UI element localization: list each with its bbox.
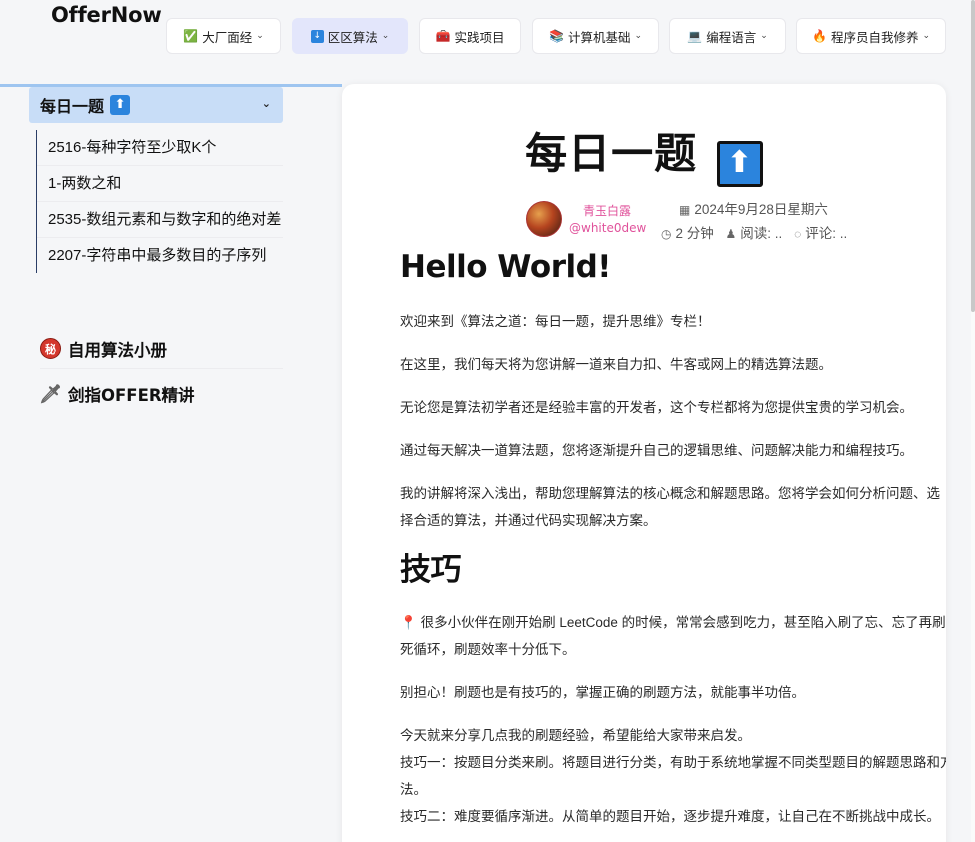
secret-icon: 秘 [40,338,61,359]
heading-tips: 技巧 [400,552,462,588]
article-title: 每日一题 ⬆ [342,120,946,187]
author-id[interactable]: @white0dew [569,221,646,235]
comment-count: 评论: .. [805,226,848,241]
dagger-icon: 🗡 [39,383,62,405]
view-count: 阅读: .. [740,226,783,241]
article-stats: ◷ 2 分钟 ♟ 阅读: .. ◌ 评论: .. [661,222,847,242]
scrollbar-thumb[interactable] [971,0,975,312]
paragraph: 无论您是算法初学者还是经验丰富的开发者，这个专栏都将为您提供宝贵的学习机会。 [400,400,913,415]
clock-icon: ◷ [661,227,672,241]
chevron-down-icon: ⌄ [760,31,768,41]
chevron-down-icon[interactable]: ⌄ [262,97,271,110]
read-time: 2 分钟 [675,226,714,241]
sidebar-item[interactable]: 2516-每种字符至少取K个 [37,130,283,166]
paragraph: 我的讲解将深入浅出，帮助您理解算法的核心概念和解题思路。您将学会如何分析问题、选… [400,486,940,528]
article-title-text: 每日一题 [525,129,698,178]
paragraph: 欢迎来到《算法之道：每日一题，提升思维》专栏！ [400,314,711,329]
sidebar-group-algo-book[interactable]: 秘 自用算法小册 [40,329,283,369]
paragraph: 📍 很多小伙伴在刚开始刷 LeetCode 的时候，常常会感到吃力，甚至陷入刷了… [400,609,946,663]
check-box-icon: ✅ [183,29,199,43]
chevron-down-icon: ⌄ [634,31,642,41]
paragraph: 技巧一：按题目分类来刷。将题目进行分类，有助于系统地掌握不同类型题目的解题思路和… [400,755,946,797]
paragraph: 通过每天解决一道算法题，您将逐渐提升自己的逻辑思维、问题解决能力和编程技巧。 [400,443,913,458]
sidebar-group-label: 自用算法小册 [68,340,167,360]
sidebar-group-label: 剑指OFFER精讲 [68,386,195,405]
sidebar-item[interactable]: 2535-数组元素和与数字和的绝对差 [37,202,283,238]
author-name[interactable]: 青玉白露 [583,202,631,219]
chevron-down-icon: ⌄ [256,31,264,41]
avatar[interactable] [526,201,562,237]
sidebar-sub-list: 2516-每种字符至少取K个 1-两数之和 2535-数组元素和与数字和的绝对差… [36,130,283,273]
date-text: 2024年9月28日星期六 [694,202,828,217]
heading-hello: Hello World! [400,249,611,285]
nav-item-cs-basics[interactable]: 📚 计算机基础 ⌄ [532,18,659,54]
nav-label: 区区算法 [327,29,378,45]
sidebar-group-label: 每日一题 [40,97,105,116]
fire-icon: 🔥 [811,29,827,43]
info-box-icon: ↓ [310,29,324,43]
article-content: Hello World! 欢迎来到《算法之道：每日一题，提升思维》专栏！ 在这里… [400,247,946,830]
article-card: 每日一题 ⬆ 青玉白露 @white0dew ▦ 2024年9月28日星期六 ◷ 2… [342,84,946,842]
paragraph: 别担心！刷题也是有技巧的，掌握正确的刷题方法，就能事半功倍。 [400,685,805,700]
toolbox-icon: 🧰 [435,29,451,43]
paragraph: 在这里，我们每天将为您讲解一道来自力扣、牛客或网上的精选算法题。 [400,357,832,372]
sidebar-item[interactable]: 2207-字符串中最多数目的子序列 [37,238,283,273]
nav-label: 实践项目 [454,29,505,45]
scrollbar[interactable] [971,0,975,842]
paragraph: 技巧二：难度要循序渐进。从简单的题目开始，逐步提升难度，让自己在不断挑战中成长。 [400,809,940,824]
nav-item-projects[interactable]: 🧰 实践项目 [419,18,521,54]
comment-icon: ◌ [794,227,802,241]
nav-item-self-improvement[interactable]: 🔥 程序员自我修养 ⌄ [796,18,946,54]
publish-date: ▦ 2024年9月28日星期六 [679,198,828,218]
paragraph: 今天就来分享几点我的刷题经验，希望能给大家带来启发。 [400,728,751,743]
laptop-icon: 💻 [687,29,703,43]
site-title[interactable]: OfferNow [51,3,162,27]
tip-intro-text: 很多小伙伴在刚开始刷 LeetCode 的时候，常常会感到吃力，甚至陷入刷了忘、… [400,615,946,657]
nav-label: 程序员自我修养 [830,29,919,45]
up-arrow-icon: ⬆ [716,141,763,187]
nav-item-languages[interactable]: 💻 编程语言 ⌄ [669,18,786,54]
books-icon: 📚 [548,29,564,43]
nav-label: 大厂面经 [202,29,253,45]
chevron-down-icon: ⌄ [922,31,930,41]
sidebar-item[interactable]: 1-两数之和 [37,166,283,202]
calendar-icon: ▦ [679,203,691,217]
pin-icon: 📍 [400,615,417,630]
sidebar-group-offer[interactable]: 🗡 剑指OFFER精讲 [39,374,283,414]
chevron-down-icon: ⌄ [381,31,390,41]
nav-label: 编程语言 [706,29,757,45]
nav-item-interview[interactable]: ✅ 大厂面经 ⌄ [166,18,281,54]
sidebar-group-daily[interactable]: 每日一题 ⬆ ⌄ [29,87,283,123]
nav-item-algorithm[interactable]: ↓ 区区算法 ⌄ [292,18,408,54]
nav-label: 计算机基础 [567,29,631,45]
reader-icon: ♟ [725,227,737,241]
up-arrow-icon: ⬆ [110,95,131,115]
